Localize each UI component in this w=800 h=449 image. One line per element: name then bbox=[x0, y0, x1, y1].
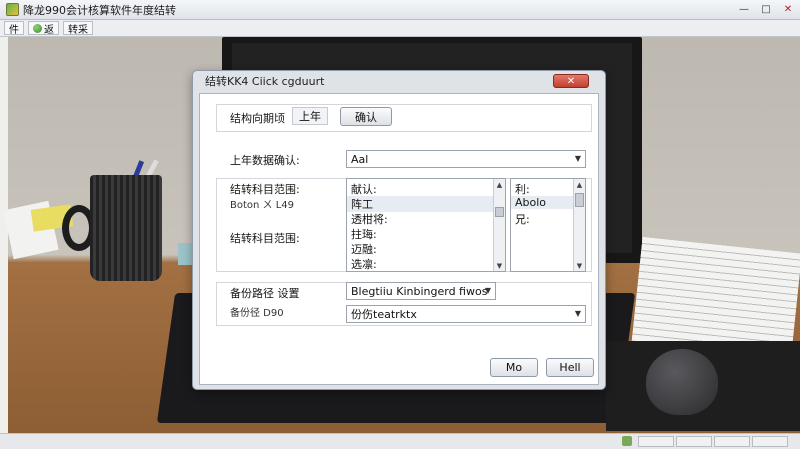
toolbar-back-label: 返 bbox=[44, 24, 54, 36]
backup-path-input-value: 份伤teatrktx bbox=[351, 308, 417, 321]
year-end-dialog: 结转KK4 Ciick cgduurt ✕ 结构向期顷 上年 确认 上年数据确认… bbox=[192, 70, 606, 390]
backup-path-input[interactable]: 份伤teatrktx ▼ bbox=[346, 305, 586, 323]
toolbar: 件 返 转采 bbox=[0, 20, 800, 37]
toolbar-file-button[interactable]: 件 bbox=[4, 21, 24, 36]
chevron-down-icon: ▼ bbox=[574, 154, 581, 163]
dialog-title: 结转KK4 Ciick cgduurt bbox=[205, 75, 325, 88]
toolbar-back-button[interactable]: 返 bbox=[28, 21, 59, 36]
list-item[interactable]: 利: bbox=[515, 181, 530, 197]
list-item[interactable]: 兄: bbox=[515, 211, 530, 227]
backup-path-select[interactable]: Blegtiiu Kinbingerd fiwos ▼ bbox=[346, 282, 496, 300]
minimize-icon[interactable]: — bbox=[736, 2, 752, 16]
confirm-button[interactable]: 确认 bbox=[340, 107, 392, 126]
app-title: 降龙990会计核算软件年度结转 bbox=[23, 3, 176, 17]
ok-button[interactable]: Mo bbox=[490, 358, 538, 377]
scroll-down-icon[interactable]: ▼ bbox=[494, 260, 505, 271]
toolbar-file-label: 件 bbox=[9, 24, 19, 36]
maximize-icon[interactable]: □ bbox=[758, 2, 774, 16]
list-item[interactable]: 迈融: bbox=[351, 241, 377, 257]
toolbar-transfer-label: 转采 bbox=[68, 24, 88, 36]
scroll-thumb[interactable] bbox=[495, 207, 504, 217]
dialog-title-bar: 结转KK4 Ciick cgduurt ✕ bbox=[193, 71, 605, 91]
bg-pen-cup bbox=[90, 175, 162, 281]
status-icon bbox=[622, 436, 632, 446]
list-item[interactable]: 透柑将: bbox=[351, 211, 388, 227]
toolbar-transfer-button[interactable]: 转采 bbox=[63, 21, 93, 36]
bg-mouse bbox=[646, 349, 718, 415]
scroll-up-icon[interactable]: ▲ bbox=[494, 179, 505, 190]
dialog-close-button[interactable]: ✕ bbox=[553, 74, 589, 88]
status-bar bbox=[0, 433, 800, 449]
status-cell bbox=[752, 436, 788, 447]
cancel-button[interactable]: Hell bbox=[546, 358, 594, 377]
status-cell bbox=[714, 436, 750, 447]
backup-path-select-value: Blegtiiu Kinbingerd fiwos bbox=[351, 284, 488, 298]
refresh-icon bbox=[33, 23, 42, 33]
list-item[interactable]: 献认: bbox=[351, 181, 377, 197]
account-list-scrollbar[interactable]: ▲ ▼ bbox=[493, 179, 505, 271]
app-title-bar: 降龙990会计核算软件年度结转 — □ ✕ bbox=[0, 0, 800, 20]
chevron-down-icon: ▼ bbox=[484, 286, 491, 295]
scroll-thumb[interactable] bbox=[575, 193, 584, 207]
scroll-down-icon[interactable]: ▼ bbox=[574, 260, 585, 271]
status-cells bbox=[622, 436, 788, 447]
side-list-scrollbar[interactable]: ▲ ▼ bbox=[573, 179, 585, 271]
list-item[interactable]: 拄珻: bbox=[351, 226, 377, 242]
backup-label: 备份路径 设置 bbox=[230, 287, 300, 300]
status-cell bbox=[638, 436, 674, 447]
prev-year-label: 上年数据确认: bbox=[230, 154, 300, 167]
scroll-up-icon[interactable]: ▲ bbox=[574, 179, 585, 190]
chevron-down-icon: ▼ bbox=[574, 309, 581, 318]
dialog-body: 结构向期顷 上年 确认 上年数据确认: Aal ▼ 结转科目范围: Boton … bbox=[199, 93, 599, 385]
tab-prev-year[interactable]: 上年 bbox=[292, 107, 328, 125]
close-icon[interactable]: ✕ bbox=[780, 2, 796, 16]
backup-sub-label: 备份径 D90 bbox=[230, 308, 284, 319]
range-label-2: 结转科目范围: bbox=[230, 232, 300, 245]
status-cell bbox=[676, 436, 712, 447]
bg-wall bbox=[0, 37, 8, 433]
range-sub-label: Boton ㄨ L49 bbox=[230, 200, 295, 211]
range-label: 结转科目范围: bbox=[230, 183, 300, 196]
section-direction-label: 结构向期顷 bbox=[230, 112, 285, 125]
prev-year-select[interactable]: Aal ▼ bbox=[346, 150, 586, 168]
prev-year-value: Aal bbox=[351, 152, 369, 166]
list-item-selected[interactable]: 阵工 bbox=[347, 196, 505, 212]
window-controls: — □ ✕ bbox=[736, 2, 796, 16]
account-list[interactable]: 献认: 阵工 透柑将: 拄珻: 迈融: 选凛: ▲ ▼ bbox=[346, 178, 506, 272]
app-logo-icon bbox=[6, 3, 19, 16]
side-list[interactable]: 利: Abolo 兄: ▲ ▼ bbox=[510, 178, 586, 272]
list-item[interactable]: 选凛: bbox=[351, 256, 377, 272]
